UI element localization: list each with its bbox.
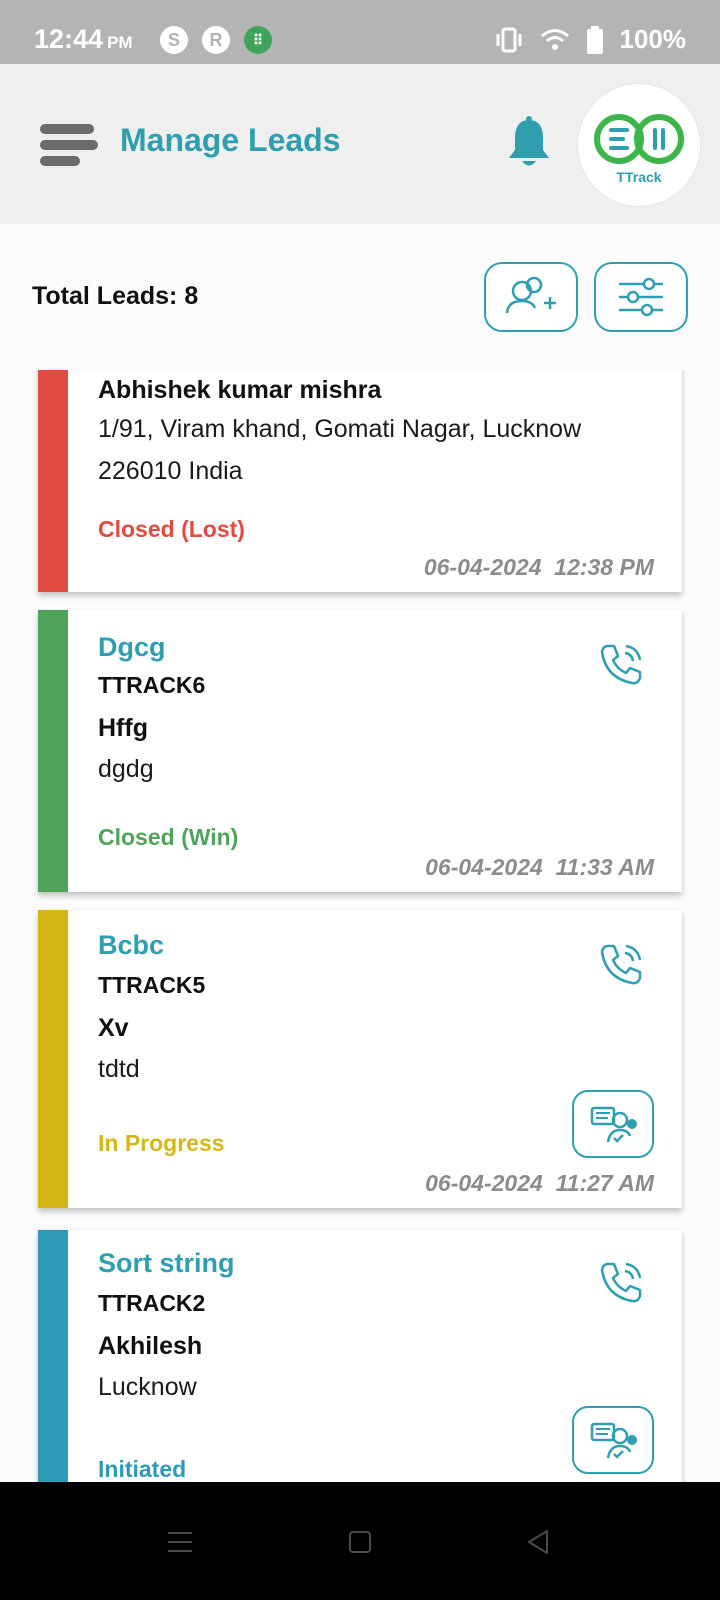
lead-status: In Progress bbox=[98, 1130, 225, 1156]
green-app-icon: ⠿ bbox=[244, 26, 272, 54]
lead-code: TTRACK6 bbox=[98, 672, 206, 698]
status-time: 12:44 PM bbox=[34, 24, 133, 55]
lead-name: Bcbc bbox=[98, 930, 165, 960]
status-color-bar bbox=[38, 610, 68, 892]
r-app-icon: R bbox=[202, 26, 230, 54]
lead-contact: Hffg bbox=[98, 714, 148, 742]
status-color-bar bbox=[38, 910, 68, 1208]
lead-name: Sort string bbox=[98, 1248, 235, 1278]
lead-address: dgdg bbox=[98, 755, 154, 783]
system-status: 100% bbox=[494, 24, 687, 55]
back-icon[interactable] bbox=[518, 1522, 558, 1562]
add-lead-button[interactable] bbox=[484, 262, 578, 332]
lead-contact: Akhilesh bbox=[98, 1332, 203, 1360]
lead-datetime: 06-04-2024 12:38 PM bbox=[423, 554, 654, 580]
lead-status: Initiated bbox=[98, 1456, 187, 1482]
lead-status: Closed (Lost) bbox=[98, 516, 245, 542]
follow-up-button[interactable] bbox=[572, 1406, 654, 1474]
lead-list[interactable]: Abhishek kumar mishra 1/91, Viram khand,… bbox=[0, 370, 720, 1482]
lead-address: 1/91, Viram khand, Gomati Nagar, Lucknow… bbox=[98, 415, 582, 485]
vibrate-icon bbox=[496, 27, 521, 52]
status-color-bar bbox=[38, 370, 68, 592]
bell-icon[interactable] bbox=[506, 116, 552, 170]
lead-card[interactable]: Sort string TTRACK2 Akhilesh Lucknow Ini… bbox=[38, 1230, 682, 1482]
follow-up-icon bbox=[590, 1106, 637, 1143]
logo-text: TTrack bbox=[616, 169, 662, 185]
lead-code: TTRACK2 bbox=[98, 1290, 206, 1316]
ttrack-logo[interactable]: TTrack bbox=[578, 84, 700, 206]
follow-up-button[interactable] bbox=[572, 1090, 654, 1158]
home-icon[interactable] bbox=[340, 1522, 380, 1562]
lead-card[interactable]: Bcbc TTRACK5 Xv tdtd In Progress 06-04-2… bbox=[38, 910, 682, 1208]
lead-card[interactable]: Dgcg TTRACK6 Hffg dgdg Closed (Win) 06-0… bbox=[38, 610, 682, 892]
call-icon[interactable] bbox=[598, 640, 646, 688]
add-user-icon bbox=[505, 276, 556, 314]
recents-icon[interactable] bbox=[160, 1522, 200, 1562]
lead-address: Lucknow bbox=[98, 1373, 197, 1401]
lead-card[interactable]: Abhishek kumar mishra 1/91, Viram khand,… bbox=[38, 370, 682, 592]
lead-address: tdtd bbox=[98, 1055, 140, 1083]
clock-time: 12:44 bbox=[34, 24, 104, 54]
status-bar: 12:44 PM S R ⠿ 100% bbox=[0, 0, 720, 64]
battery-percent: 100% bbox=[619, 24, 687, 54]
wifi-icon bbox=[540, 28, 569, 50]
app-header: Manage Leads TTrack bbox=[0, 64, 720, 224]
lead-datetime: 06-04-2024 11:33 AM bbox=[425, 854, 654, 880]
filter-button[interactable] bbox=[594, 262, 688, 332]
filter-sliders-icon bbox=[619, 277, 663, 317]
lead-contact: Abhishek kumar mishra bbox=[98, 376, 382, 404]
call-icon[interactable] bbox=[598, 940, 646, 988]
status-color-bar bbox=[38, 1230, 68, 1482]
page-title: Manage Leads bbox=[120, 122, 341, 158]
lead-name: Dgcg bbox=[98, 632, 166, 662]
notification-icons: S R ⠿ bbox=[160, 26, 272, 54]
call-icon[interactable] bbox=[598, 1258, 646, 1306]
menu-button[interactable] bbox=[40, 120, 100, 168]
lead-status: Closed (Win) bbox=[98, 824, 239, 850]
lead-datetime: 06-04-2024 11:27 AM bbox=[425, 1170, 654, 1196]
lead-code: TTRACK5 bbox=[98, 972, 206, 998]
clock-ampm: PM bbox=[107, 33, 133, 52]
total-leads-label: Total Leads: 8 bbox=[32, 282, 199, 310]
battery-icon bbox=[586, 25, 603, 54]
s-app-icon: S bbox=[160, 26, 188, 54]
system-nav-bar bbox=[0, 1482, 720, 1600]
lead-contact: Xv bbox=[98, 1014, 129, 1042]
follow-up-icon bbox=[590, 1422, 637, 1459]
